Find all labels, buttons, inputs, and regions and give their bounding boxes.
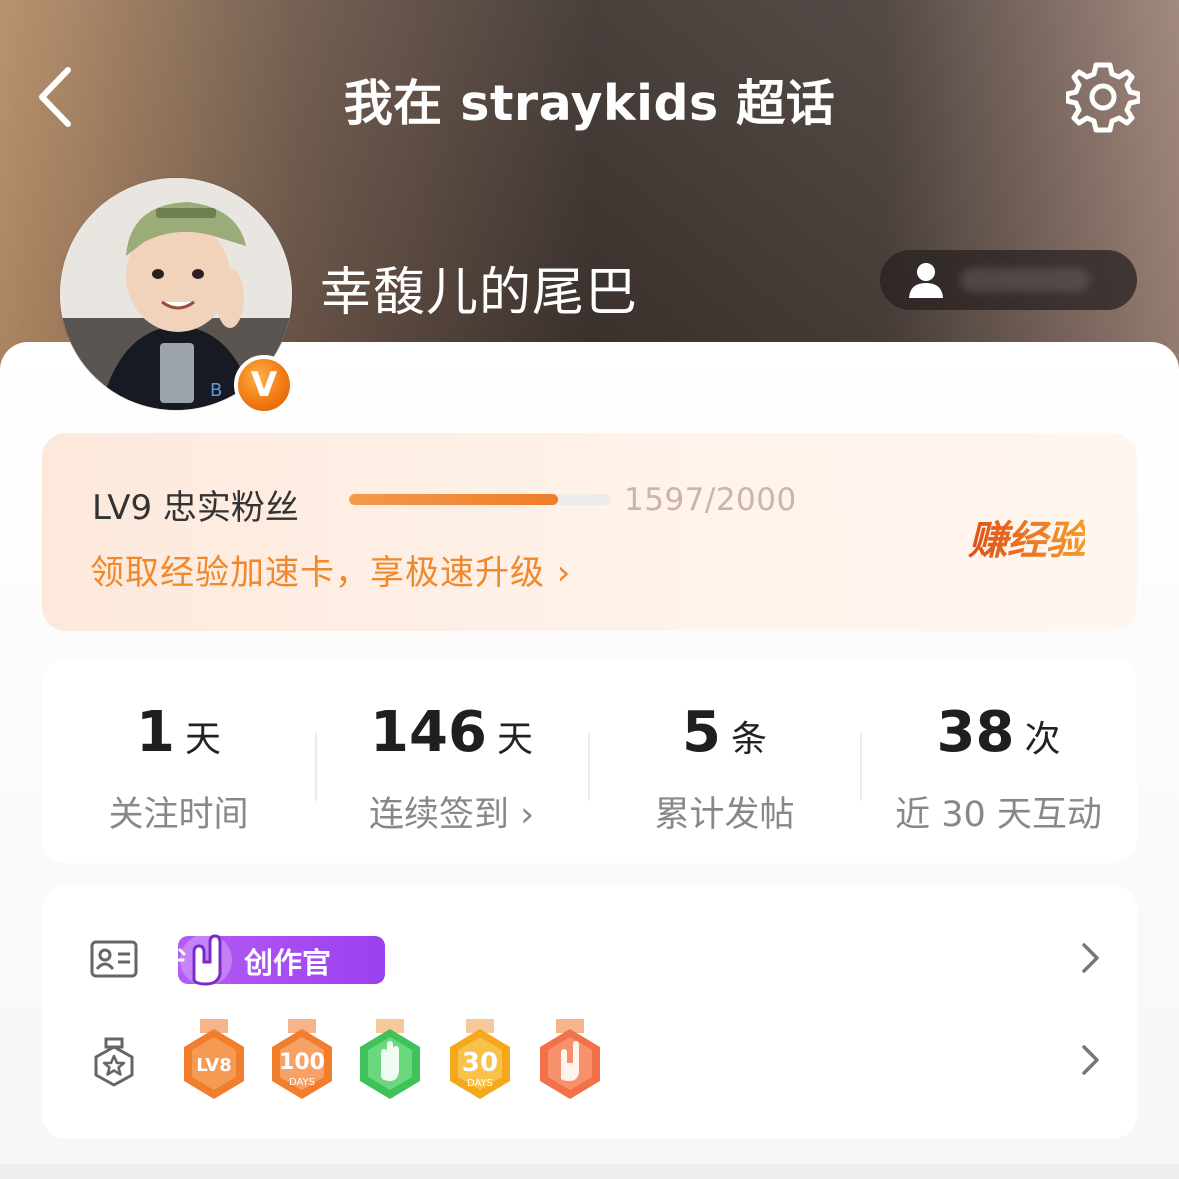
vip-badge: V [234,355,294,415]
rock-hand-medal[interactable] [534,1019,606,1103]
medal-text: 100 [279,1050,325,1075]
stat-interactions: 38 次 近 30 天互动 [862,658,1135,863]
badges-card: 创作官 LV8 100 DAYS 30 DAYS [42,885,1137,1139]
user-info-pill[interactable] [880,250,1137,310]
page-title: 我在 straykids 超话 [343,75,836,132]
svg-text:B: B [210,380,222,401]
blurred-user-text [960,268,1090,292]
stat-value: 5 [682,700,721,765]
stat-unit: 条 [730,719,767,760]
bottom-divider [0,1164,1179,1179]
stat-label: 近 30 天互动 [895,795,1102,835]
settings-button[interactable] [1064,60,1142,134]
rock-hand-icon [176,934,232,986]
gear-icon [1064,62,1142,133]
level-progress-fill [349,494,559,505]
stat-unit: 天 [184,719,221,760]
stat-label: 关注时间 [108,795,249,835]
30-days-medal[interactable]: 30 DAYS [444,1019,516,1103]
medal-subtext: DAYS [289,1077,315,1088]
hand-medal[interactable] [354,1019,426,1103]
stat-follow-time: 1天 关注时间 [42,658,315,863]
stat-value: 1 [136,700,175,765]
earn-exp-button[interactable]: 赚经验 [968,508,1086,566]
level-name: LV9 忠实粉丝 [92,488,299,528]
level-progress-bar [349,494,611,505]
chevron-right-icon[interactable] [1078,1043,1102,1077]
medal-text: 30 [462,1048,498,1078]
level-progress-text: 1597/2000 [624,482,797,518]
30-days-medal-icon: 30 DAYS [450,1019,510,1099]
username: 幸馥儿的尾巴 [320,263,639,323]
stat-value: 146 [370,700,487,765]
medal-subtext: DAYS [467,1078,493,1089]
creator-badge-label: 创作官 [244,946,332,980]
chevron-right-icon[interactable] [1078,941,1102,975]
stat-label: 累计发帖 [654,795,795,835]
lv-medal-icon: LV8 [184,1019,244,1099]
stat-unit: 天 [496,719,533,760]
stat-value: 38 [936,700,1015,765]
rock-hand-medal-icon [540,1019,600,1099]
speed-up-card-link[interactable]: 领取经验加速卡，享极速升级 › [90,545,571,594]
stat-label: 连续签到 › [368,795,535,835]
medal-text: LV8 [196,1055,231,1076]
level-card[interactable]: LV9 忠实粉丝 1597/2000 领取经验加速卡，享极速升级 › 赚经验 [42,433,1137,631]
100-days-medal-icon: 100 DAYS [272,1019,332,1099]
user-icon [909,263,943,298]
stats-card: 1天 关注时间 146 天 连续签到 › 5条 累计发帖 38 次 近 30 天互动 [42,658,1137,863]
100-days-medal[interactable]: 100 DAYS [266,1019,338,1103]
stat-checkin-streak[interactable]: 146 天 连续签到 › [315,658,588,863]
stat-total-posts: 5条 累计发帖 [588,658,861,863]
creator-badge[interactable]: 创作官 [176,934,385,986]
stat-unit: 次 [1024,719,1061,760]
hand-medal-icon [360,1019,420,1099]
lv-medal[interactable]: LV8 [178,1019,250,1103]
id-card-icon [90,940,138,978]
medal-star-icon [94,1037,134,1087]
